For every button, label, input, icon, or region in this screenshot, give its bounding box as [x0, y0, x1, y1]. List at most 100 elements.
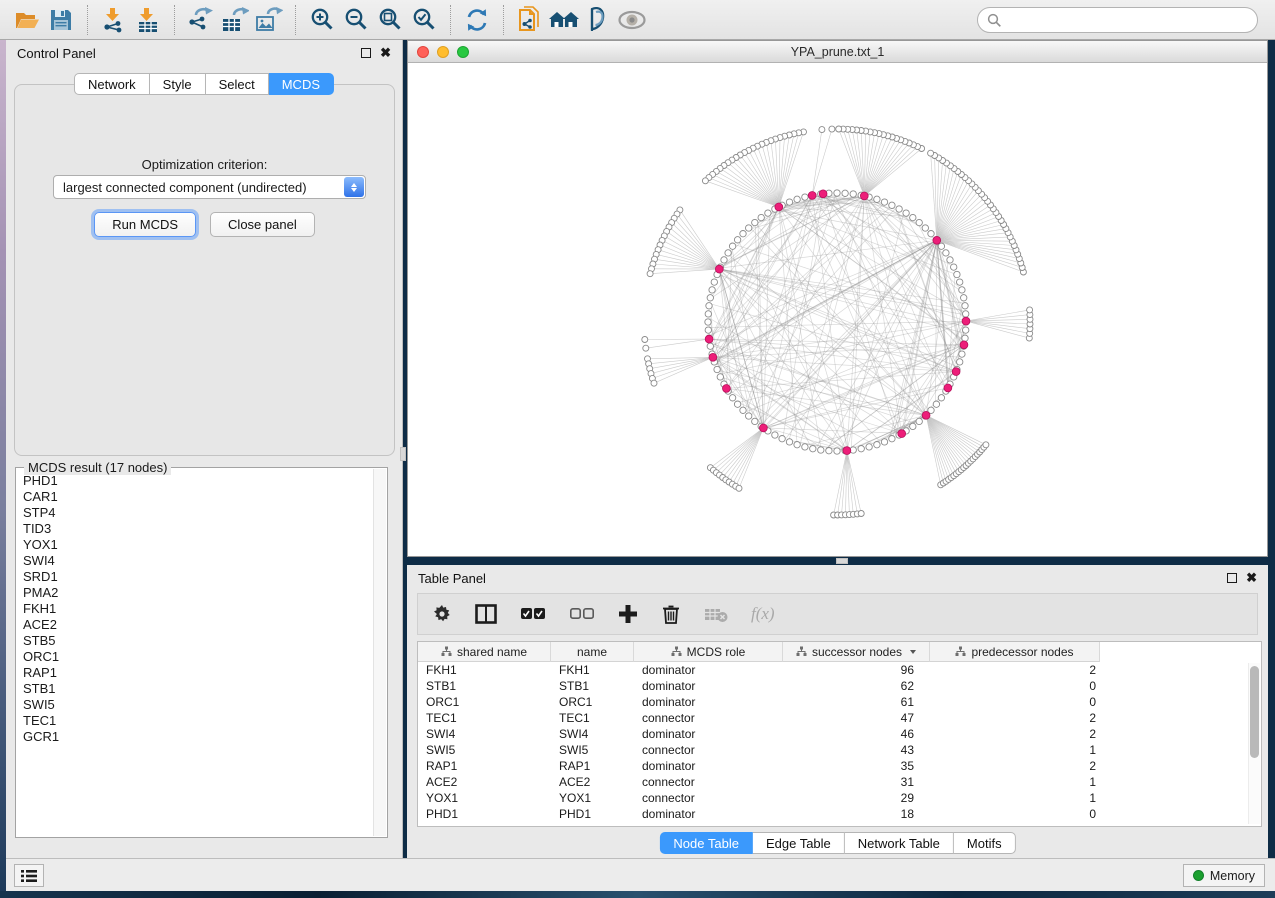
network-node[interactable] — [717, 374, 723, 380]
network-node[interactable] — [765, 210, 771, 216]
tab-edge-table[interactable]: Edge Table — [753, 832, 845, 854]
import-network-icon[interactable] — [97, 5, 131, 35]
tab-network[interactable]: Network — [74, 73, 150, 95]
task-history-button[interactable] — [14, 864, 44, 887]
network-node[interactable] — [959, 351, 965, 357]
table-row[interactable]: SWI5SWI5connector431 — [418, 742, 1261, 758]
network-node[interactable] — [810, 446, 816, 452]
network-node[interactable] — [858, 511, 864, 517]
network-node[interactable] — [752, 418, 758, 424]
network-node[interactable] — [779, 436, 785, 442]
houses-icon[interactable] — [547, 5, 581, 35]
network-node[interactable] — [834, 448, 840, 454]
add-icon[interactable] — [618, 601, 638, 627]
network-node[interactable] — [954, 271, 960, 277]
column-header-shared-name[interactable]: shared name — [418, 642, 551, 662]
network-node[interactable] — [858, 446, 864, 452]
network-node[interactable] — [802, 194, 808, 200]
mcds-hub-node[interactable] — [898, 430, 906, 438]
column-header-name[interactable]: name — [551, 642, 634, 662]
table-scrollbar-thumb[interactable] — [1250, 666, 1259, 758]
network-node[interactable] — [834, 190, 840, 196]
zoom-in-icon[interactable] — [305, 5, 339, 35]
tab-network-table[interactable]: Network Table — [845, 832, 954, 854]
table-row[interactable]: SWI4SWI4dominator462 — [418, 726, 1261, 742]
network-node[interactable] — [734, 237, 740, 243]
hide-graphics-details-icon[interactable] — [581, 5, 615, 35]
mcds-hub-node[interactable] — [843, 447, 851, 455]
mcds-hub-node[interactable] — [933, 236, 941, 244]
mcds-result-item[interactable]: STP4 — [23, 505, 372, 521]
maximize-window-icon[interactable] — [457, 46, 469, 58]
memory-button[interactable]: Memory — [1183, 864, 1265, 887]
network-graph[interactable] — [408, 63, 1267, 557]
deselect-all-icon[interactable] — [569, 601, 595, 627]
optimization-criterion-select[interactable]: largest connected component (undirected) — [53, 175, 366, 199]
network-node[interactable] — [910, 214, 916, 220]
network-node[interactable] — [643, 345, 649, 351]
mcds-result-item[interactable]: PMA2 — [23, 585, 372, 601]
function-builder-icon[interactable]: f(x) — [751, 601, 775, 627]
search-input[interactable] — [1002, 13, 1248, 28]
network-node[interactable] — [922, 225, 928, 231]
network-node[interactable] — [794, 196, 800, 202]
network-node[interactable] — [903, 210, 909, 216]
export-network-icon[interactable] — [184, 5, 218, 35]
mcds-result-list[interactable]: PHD1CAR1STP4TID3YOX1SWI4SRD1PMA2FKH1ACE2… — [17, 473, 372, 836]
network-node[interactable] — [1027, 307, 1033, 313]
network-node[interactable] — [842, 190, 848, 196]
network-node[interactable] — [729, 243, 735, 249]
column-menu-icon[interactable] — [910, 650, 916, 654]
network-node[interactable] — [874, 442, 880, 448]
float-window-icon[interactable] — [1227, 573, 1237, 583]
mcds-hub-node[interactable] — [960, 341, 968, 349]
mcds-hub-node[interactable] — [922, 411, 930, 419]
network-node[interactable] — [758, 214, 764, 220]
network-node[interactable] — [740, 407, 746, 413]
float-window-icon[interactable] — [361, 48, 371, 58]
network-node[interactable] — [709, 287, 715, 293]
network-node[interactable] — [802, 444, 808, 450]
zoom-fit-icon[interactable] — [373, 5, 407, 35]
mcds-hub-node[interactable] — [944, 384, 952, 392]
tab-mcds[interactable]: MCDS — [269, 73, 334, 95]
network-node[interactable] — [746, 413, 752, 419]
mcds-result-item[interactable]: STB1 — [23, 681, 372, 697]
table-row[interactable]: TEC1TEC1connector472 — [418, 710, 1261, 726]
open-session-icon[interactable] — [10, 5, 44, 35]
run-mcds-button[interactable]: Run MCDS — [94, 212, 196, 237]
mcds-result-item[interactable]: SWI4 — [23, 553, 372, 569]
mcds-hub-node[interactable] — [775, 203, 783, 211]
close-panel-button[interactable]: Close panel — [210, 212, 315, 237]
tab-style[interactable]: Style — [150, 73, 206, 95]
network-canvas[interactable] — [408, 63, 1267, 556]
zoom-selected-icon[interactable] — [407, 5, 441, 35]
network-node[interactable] — [647, 271, 653, 277]
network-node[interactable] — [963, 327, 969, 333]
network-node[interactable] — [736, 485, 742, 491]
mcds-result-item[interactable]: SRD1 — [23, 569, 372, 585]
mcds-hub-node[interactable] — [705, 335, 713, 343]
mcds-hub-node[interactable] — [715, 265, 723, 273]
network-node[interactable] — [959, 287, 965, 293]
network-node[interactable] — [983, 442, 989, 448]
select-all-icon[interactable] — [520, 601, 546, 627]
mcds-result-item[interactable]: CAR1 — [23, 489, 372, 505]
network-node[interactable] — [752, 219, 758, 225]
mcds-result-item[interactable]: RAP1 — [23, 665, 372, 681]
refresh-icon[interactable] — [460, 5, 494, 35]
close-window-icon[interactable] — [417, 46, 429, 58]
network-node[interactable] — [916, 219, 922, 225]
network-node[interactable] — [963, 311, 969, 317]
network-node[interactable] — [938, 243, 944, 249]
vertical-divider-handle[interactable] — [400, 447, 406, 461]
network-node[interactable] — [734, 401, 740, 407]
network-node[interactable] — [729, 395, 735, 401]
mcds-result-item[interactable]: YOX1 — [23, 537, 372, 553]
save-session-icon[interactable] — [44, 5, 78, 35]
network-node[interactable] — [786, 439, 792, 445]
network-node[interactable] — [702, 178, 708, 184]
network-window-titlebar[interactable]: YPA_prune.txt_1 — [408, 41, 1267, 63]
network-node[interactable] — [928, 231, 934, 237]
minimize-window-icon[interactable] — [437, 46, 449, 58]
